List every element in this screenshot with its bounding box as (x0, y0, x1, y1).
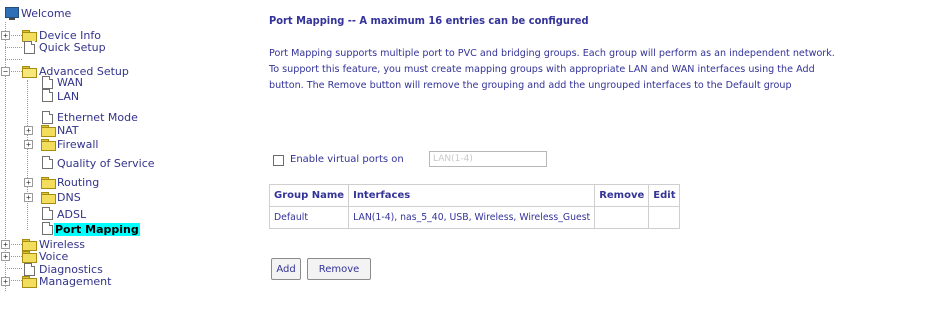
collapse-icon[interactable]: − (1, 67, 10, 76)
nav-quality-of-service[interactable]: Quality of Service (56, 157, 156, 170)
nav-label[interactable]: ADSL (56, 208, 87, 221)
expand-icon[interactable]: + (24, 178, 33, 187)
nav-dns[interactable]: DNS (56, 191, 82, 204)
nav-label[interactable]: Port Mapping (54, 223, 140, 236)
port-mapping-table: Group Name Interfaces Remove Edit Defaul… (268, 184, 681, 229)
description-line: Port Mapping supports multiple port to P… (269, 48, 835, 59)
description-line: button. The Remove button will remove th… (269, 80, 792, 91)
nav-label[interactable]: Quick Setup (38, 41, 107, 54)
tree-connector (5, 22, 6, 291)
folder-open-icon (22, 66, 37, 78)
column-header-interfaces: Interfaces (348, 184, 596, 207)
page-icon (42, 222, 53, 235)
enable-virtual-ports-checkbox[interactable] (273, 155, 284, 166)
nav-lan[interactable]: LAN (56, 90, 80, 103)
nav-label[interactable]: Quality of Service (56, 157, 156, 170)
expand-icon[interactable]: + (1, 252, 10, 261)
folder-icon (22, 30, 37, 42)
folder-icon (41, 139, 56, 151)
expand-icon[interactable]: + (1, 31, 10, 40)
tree-connector (27, 80, 28, 230)
nav-voice[interactable]: Voice (38, 250, 69, 263)
nav-firewall[interactable]: Firewall (56, 138, 99, 151)
nav-welcome[interactable]: Welcome (20, 7, 72, 20)
nav-label[interactable]: Welcome (20, 7, 72, 20)
navigation-tree: Welcome + Device Info Quick Setup − Adva… (0, 0, 252, 317)
tree-connector (5, 47, 22, 48)
expand-icon[interactable]: + (24, 140, 33, 149)
cell-interfaces: LAN(1-4), nas_5_40, USB, Wireless, Wirel… (348, 206, 596, 229)
nav-label[interactable]: DNS (56, 191, 82, 204)
folder-icon (41, 177, 56, 189)
nav-label[interactable]: Ethernet Mode (56, 111, 139, 124)
nav-routing[interactable]: Routing (56, 176, 100, 189)
nav-label[interactable]: Voice (38, 250, 69, 263)
cell-edit (648, 206, 681, 229)
expand-icon[interactable]: + (24, 193, 33, 202)
nav-label[interactable]: Firewall (56, 138, 99, 151)
page-description: Port Mapping supports multiple port to P… (269, 46, 945, 94)
computer-icon (5, 7, 19, 20)
folder-icon (41, 192, 56, 204)
nav-nat[interactable]: NAT (56, 124, 80, 137)
nav-label[interactable]: WAN (56, 76, 84, 89)
nav-label[interactable]: Routing (56, 176, 100, 189)
table-header-row: Group Name Interfaces Remove Edit (268, 184, 681, 207)
cell-group-name: Default (268, 206, 350, 229)
nav-quick-setup[interactable]: Quick Setup (38, 41, 107, 54)
page-icon (24, 263, 35, 276)
nav-management[interactable]: Management (38, 275, 112, 288)
page-icon (42, 207, 53, 220)
nav-ethernet-mode[interactable]: Ethernet Mode (56, 111, 139, 124)
nav-port-mapping[interactable]: Port Mapping (54, 223, 140, 236)
tree-connector (5, 268, 22, 269)
column-header-group-name: Group Name (268, 184, 350, 207)
folder-icon (22, 251, 37, 263)
nav-wan[interactable]: WAN (56, 76, 84, 89)
page-icon (42, 76, 53, 89)
expand-icon[interactable]: + (1, 240, 10, 249)
page-icon (42, 89, 53, 102)
nav-label[interactable]: NAT (56, 124, 80, 137)
page-title: Port Mapping -- A maximum 16 entries can… (269, 14, 589, 27)
virtual-ports-input[interactable] (429, 151, 547, 167)
virtual-ports-label: Enable virtual ports on (290, 154, 404, 165)
column-header-edit: Edit (648, 184, 681, 207)
add-button[interactable]: Add (271, 258, 301, 280)
nav-label[interactable]: LAN (56, 90, 80, 103)
remove-button[interactable]: Remove (307, 258, 371, 280)
tree-connector (5, 59, 22, 60)
page-icon (24, 41, 35, 54)
page-icon (42, 156, 53, 169)
table-row: Default LAN(1-4), nas_5_40, USB, Wireles… (268, 206, 681, 229)
expand-icon[interactable]: + (24, 126, 33, 135)
expand-icon[interactable]: + (1, 277, 10, 286)
column-header-remove: Remove (594, 184, 650, 207)
page-icon (42, 111, 53, 124)
folder-icon (41, 125, 56, 137)
folder-icon (22, 239, 37, 251)
description-line: To support this feature, you must create… (269, 64, 815, 75)
nav-adsl[interactable]: ADSL (56, 208, 87, 221)
cell-remove (594, 206, 650, 229)
nav-label[interactable]: Management (38, 275, 112, 288)
folder-icon (22, 276, 37, 288)
